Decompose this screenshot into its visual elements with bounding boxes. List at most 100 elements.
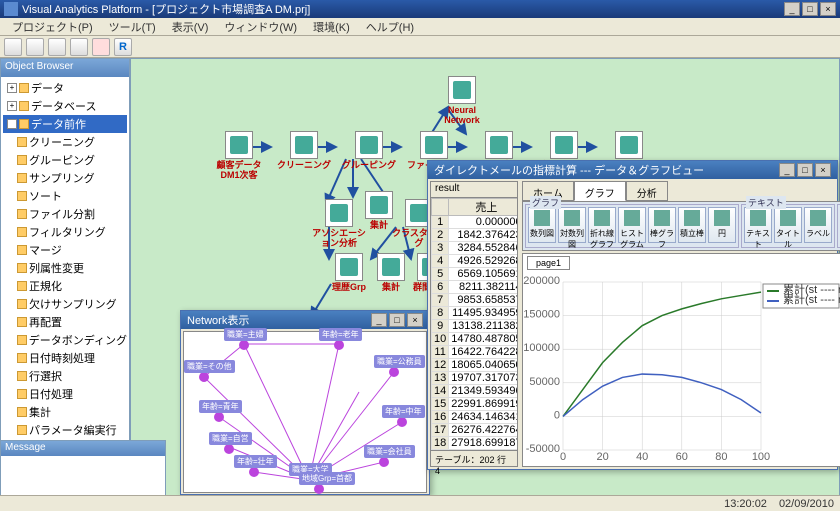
table-row[interactable]: 811495.934959 [432, 307, 518, 320]
tree-item[interactable]: パラメータ編実行 [3, 421, 127, 439]
tree-item[interactable]: サンプリング [3, 169, 127, 187]
tree-item[interactable]: 日付時刻処理 [3, 349, 127, 367]
menu-tool[interactable]: ツール(T) [101, 17, 164, 37]
tool-3[interactable] [48, 38, 66, 56]
flow-node[interactable]: Neural Network [434, 76, 490, 125]
tree-item[interactable]: ファイル分割 [3, 205, 127, 223]
tree-item[interactable]: 欠けサンプリング [3, 295, 127, 313]
menu-view[interactable]: 表示(V) [164, 17, 217, 37]
table-row[interactable]: 1116422.764228 [432, 346, 518, 359]
tool-2[interactable] [26, 38, 44, 56]
col-header[interactable]: 売上 [449, 199, 517, 216]
svg-text:20: 20 [596, 451, 608, 463]
data-close[interactable]: × [815, 163, 831, 177]
tab-analysis[interactable]: 分析 [626, 181, 668, 201]
net-node[interactable] [389, 367, 399, 377]
net-node[interactable] [224, 444, 234, 454]
tree-item[interactable]: グルーピング [3, 151, 127, 169]
ribbon-tabs: ホーム グラフ 分析 [522, 181, 840, 201]
ribbon-button[interactable]: ヒストグラム [618, 207, 646, 243]
tree-item[interactable]: +データ [3, 79, 127, 97]
net-node[interactable] [249, 467, 259, 477]
tree-item[interactable]: 日付処理 [3, 385, 127, 403]
tool-r[interactable]: R [114, 38, 132, 56]
table-row[interactable]: 1827918.699187 [432, 437, 518, 450]
ribbon-button[interactable]: タイトル [774, 207, 802, 243]
tool-1[interactable] [4, 38, 22, 56]
ribbon-button[interactable]: 円 [708, 207, 736, 243]
tree-item[interactable]: マージ [3, 241, 127, 259]
tree-item[interactable]: 再配置 [3, 313, 127, 331]
tree-item[interactable]: +データベース [3, 97, 127, 115]
net-node[interactable] [214, 412, 224, 422]
net-node[interactable] [379, 457, 389, 467]
table-row[interactable]: 1319707.317073 [432, 372, 518, 385]
menu-help[interactable]: ヘルプ(H) [358, 17, 422, 37]
tree-item[interactable]: 正規化 [3, 277, 127, 295]
table-row[interactable]: 33284.552846 [432, 242, 518, 255]
maximize-button[interactable]: □ [802, 2, 818, 16]
net-node[interactable] [397, 417, 407, 427]
table-row[interactable]: 913138.211382 [432, 320, 518, 333]
net-min[interactable]: _ [371, 313, 387, 327]
ribbon-button[interactable]: テキスト [744, 207, 772, 243]
table-row[interactable]: 1014780.487805 [432, 333, 518, 346]
close-button[interactable]: × [820, 2, 836, 16]
ribbon-button[interactable]: 棒グラフ [648, 207, 676, 243]
result-table[interactable]: 売上 10.00000021842.37642333284.5528464492… [431, 198, 517, 450]
tree-item[interactable]: 行選択 [3, 367, 127, 385]
network-window[interactable]: Network表示 _ □ × 職業=主婦年齢=老年職業=その他職業=公務員年齢… [180, 310, 430, 495]
ribbon-button[interactable]: 折れ線グラフ [588, 207, 616, 243]
tree-item[interactable]: 集計 [3, 403, 127, 421]
net-label: 職業=自営 [209, 432, 252, 445]
net-node[interactable] [199, 372, 209, 382]
data-window[interactable]: ダイレクトメールの指標計算 --- データ＆グラフビュー _ □ × resul… [427, 160, 838, 470]
table-row[interactable]: 1421349.593496 [432, 385, 518, 398]
net-node[interactable] [239, 340, 249, 350]
menu-env[interactable]: 環境(K) [305, 17, 358, 37]
tree-item[interactable]: データボンディング [3, 331, 127, 349]
tree-item[interactable]: クリーニング [3, 133, 127, 151]
chart-area[interactable]: page1 -500000500001000001500002000000204… [522, 253, 840, 467]
minimize-button[interactable]: _ [784, 2, 800, 16]
table-row[interactable]: 10.000000 [432, 216, 518, 229]
data-titlebar[interactable]: ダイレクトメールの指標計算 --- データ＆グラフビュー _ □ × [428, 161, 837, 179]
flow-node[interactable]: グルーピング [341, 131, 397, 170]
data-min[interactable]: _ [779, 163, 795, 177]
table-row[interactable]: 1218065.040650 [432, 359, 518, 372]
table-row[interactable]: 21842.376423 [432, 229, 518, 242]
result-tab[interactable]: result [431, 182, 517, 198]
table-row[interactable]: 44926.529268 [432, 255, 518, 268]
tree-item[interactable]: -データ前作 [3, 115, 127, 133]
table-row[interactable]: 79853.658537 [432, 294, 518, 307]
node-icon [290, 131, 318, 159]
tool-4[interactable] [70, 38, 88, 56]
tree[interactable]: +データ+データベース-データ前作クリーニンググルーピングサンプリングソートファ… [1, 77, 129, 497]
tree-item[interactable]: フィルタリング [3, 223, 127, 241]
tool-stop[interactable] [92, 38, 110, 56]
ribbon-button[interactable]: 数列図 [528, 207, 556, 243]
menu-project[interactable]: プロジェクト(P) [4, 17, 101, 37]
ribbon-button[interactable]: ラベル [804, 207, 832, 243]
table-row[interactable]: 1522991.869919 [432, 398, 518, 411]
table-row[interactable]: 68211.382114 [432, 281, 518, 294]
table-row[interactable]: 1726276.422764 [432, 424, 518, 437]
tree-item[interactable]: ソート [3, 187, 127, 205]
net-max[interactable]: □ [389, 313, 405, 327]
flow-node[interactable]: 顧客データ DM1次客 [211, 131, 267, 180]
net-node[interactable] [334, 340, 344, 350]
menu-window[interactable]: ウィンドウ(W) [216, 17, 305, 37]
ribbon-button[interactable]: 対数列図 [558, 207, 586, 243]
tree-item[interactable]: 列属性変更 [3, 259, 127, 277]
network-titlebar[interactable]: Network表示 _ □ × [181, 311, 429, 329]
tab-graph[interactable]: グラフ [574, 181, 626, 201]
network-canvas[interactable]: 職業=主婦年齢=老年職業=その他職業=公務員年齢=青年年齢=中年職業=自営職業=… [183, 331, 427, 493]
table-row[interactable]: 56569.105691 [432, 268, 518, 281]
net-node[interactable] [314, 484, 324, 494]
ribbon-button[interactable]: 積立棒 [678, 207, 706, 243]
table-row[interactable]: 1624634.146341 [432, 411, 518, 424]
data-max[interactable]: □ [797, 163, 813, 177]
chart-page-tab[interactable]: page1 [527, 256, 570, 270]
net-close[interactable]: × [407, 313, 423, 327]
flow-node[interactable]: クリーニング [276, 131, 332, 170]
